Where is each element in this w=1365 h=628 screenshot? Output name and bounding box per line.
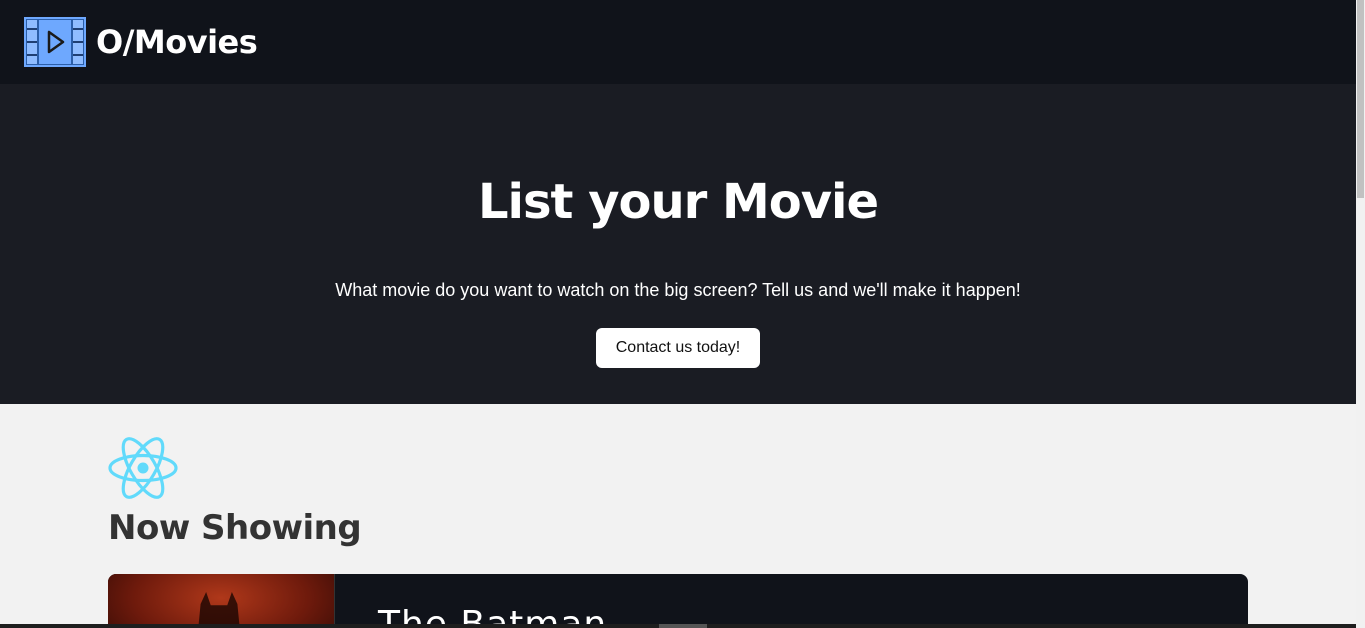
hero-section: List your Movie What movie do you want t… bbox=[0, 84, 1356, 404]
hero-title: List your Movie bbox=[477, 174, 879, 230]
navbar: O/Movies bbox=[0, 0, 1356, 84]
hero-subtitle: What movie do you want to watch on the b… bbox=[335, 280, 1021, 300]
contact-us-button[interactable]: Contact us today! bbox=[596, 328, 760, 368]
poster-silhouette bbox=[196, 592, 242, 628]
horizontal-scrollbar-thumb[interactable] bbox=[659, 624, 707, 628]
movie-card[interactable]: The Batman bbox=[108, 574, 1248, 628]
react-atom-icon bbox=[108, 437, 178, 499]
section-title: Now Showing bbox=[108, 508, 362, 548]
brand-name[interactable]: O/Movies bbox=[96, 23, 258, 61]
vertical-scrollbar-thumb[interactable] bbox=[1357, 0, 1364, 198]
film-play-icon[interactable] bbox=[24, 17, 86, 67]
movie-poster[interactable] bbox=[108, 574, 335, 628]
